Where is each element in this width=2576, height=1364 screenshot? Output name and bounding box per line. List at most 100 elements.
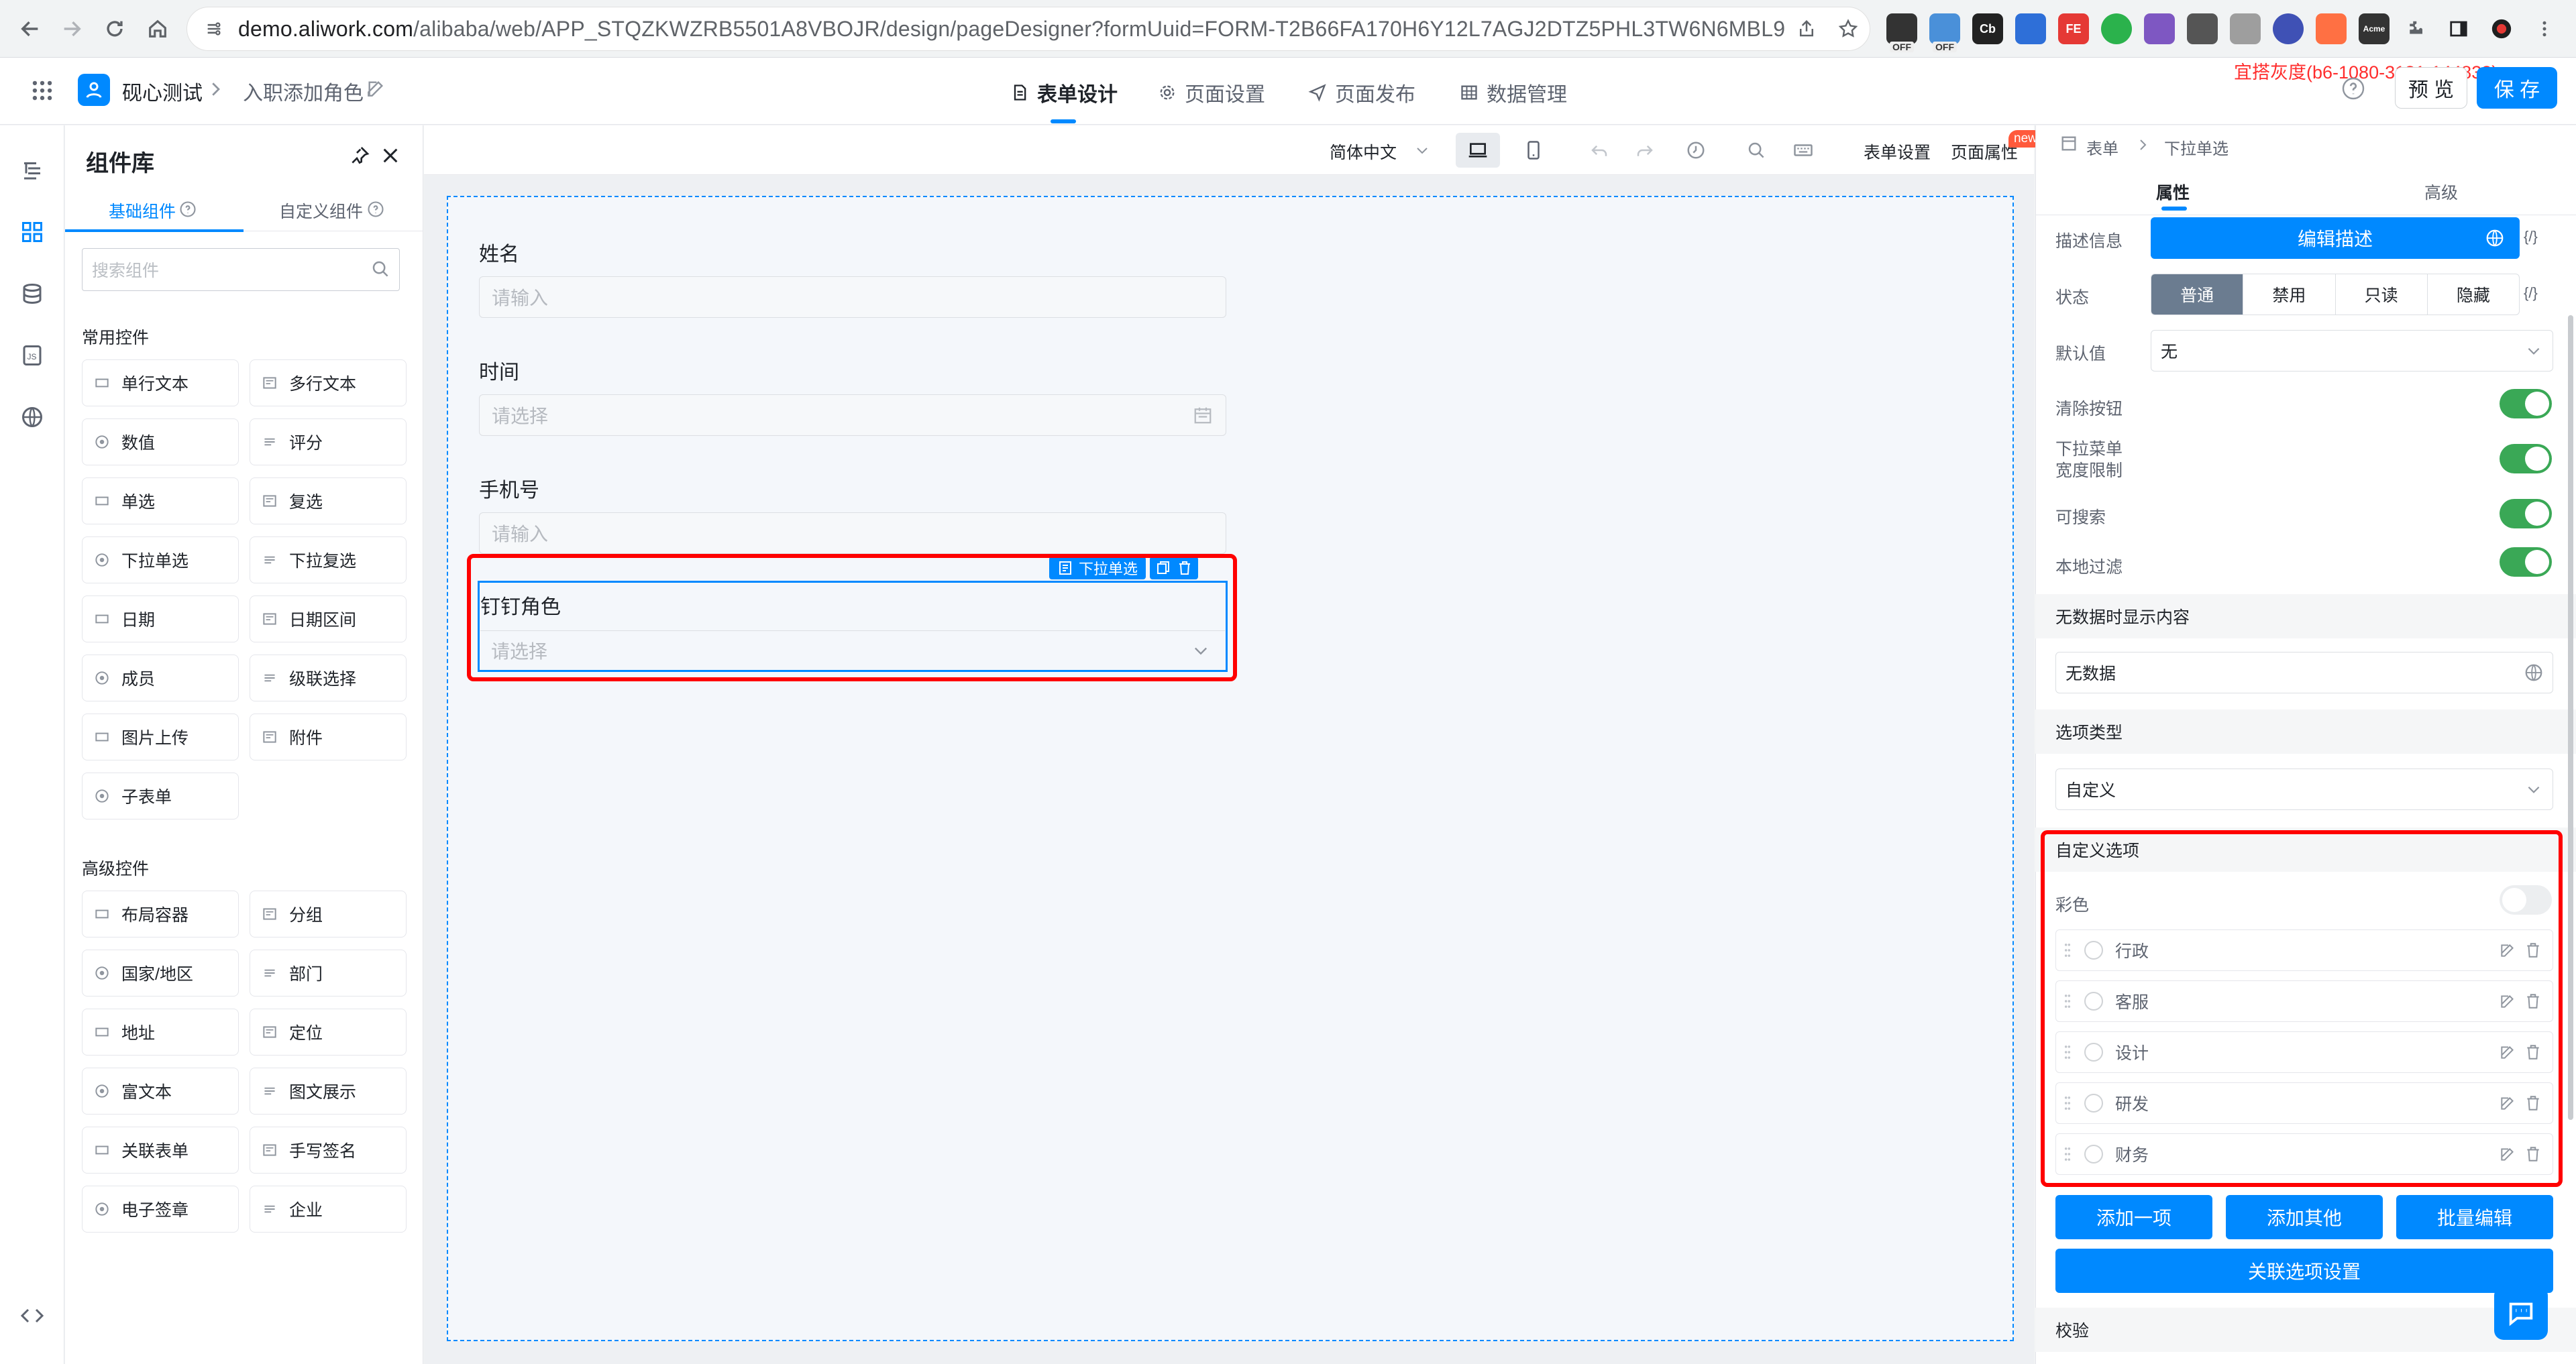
nav-page-publish[interactable]: 页面发布 (1308, 78, 1415, 107)
no-data-input[interactable]: 无数据 (2055, 652, 2553, 693)
nav-page-settings[interactable]: 页面设置 (1158, 78, 1265, 107)
common-control-item[interactable]: 日期 (82, 595, 239, 642)
preview-button[interactable]: 预 览 (2395, 67, 2467, 109)
tab-basic-components[interactable]: 基础组件 (109, 198, 176, 223)
extension-6-icon[interactable] (2101, 13, 2132, 44)
common-control-item[interactable]: 下拉单选 (82, 536, 239, 583)
common-control-item[interactable]: 子表单 (82, 773, 239, 819)
tab-custom-components[interactable]: 自定义组件 (279, 198, 363, 223)
desktop-view-toggle[interactable] (1456, 133, 1500, 168)
qr-code-extension-icon[interactable] (2187, 13, 2218, 44)
dropdown-width-toggle[interactable] (2500, 444, 2552, 473)
data-source-icon[interactable] (15, 276, 50, 311)
history-clock-icon[interactable] (1681, 135, 1711, 165)
mobile-icon[interactable] (1519, 135, 1548, 165)
extension-2-icon[interactable]: OFF (1929, 13, 1960, 52)
browser-menu-icon[interactable] (2528, 12, 2561, 46)
common-control-item[interactable]: 日期区间 (250, 595, 407, 642)
searchable-toggle[interactable] (2500, 499, 2552, 528)
page-properties-button[interactable]: 页面属性 (1951, 139, 2018, 164)
add-one-button[interactable]: 添加一项 (2055, 1195, 2212, 1239)
extension-7-icon[interactable] (2144, 13, 2175, 44)
tab-properties[interactable]: 属性 (2156, 180, 2190, 204)
advanced-control-item[interactable]: 国家/地区 (82, 950, 239, 997)
profile-avatar[interactable] (2485, 12, 2518, 46)
extension-4-icon[interactable] (2015, 13, 2046, 44)
advanced-control-item[interactable]: 电子签章 (82, 1186, 239, 1233)
common-control-item[interactable]: 多行文本 (250, 359, 407, 406)
common-control-item[interactable]: 单选 (82, 477, 239, 524)
globe-icon[interactable] (15, 400, 50, 435)
advanced-control-item[interactable]: 分组 (250, 891, 407, 937)
search-icon[interactable] (1741, 135, 1771, 165)
advanced-control-item[interactable]: 图文展示 (250, 1068, 407, 1115)
form-settings-button[interactable]: 表单设置 (1864, 139, 1931, 164)
common-control-item[interactable]: 图片上传 (82, 714, 239, 760)
local-filter-toggle[interactable] (2500, 547, 2552, 577)
edit-name-icon[interactable] (365, 78, 386, 99)
common-control-item[interactable]: 评分 (250, 418, 407, 465)
common-control-item[interactable]: 复选 (250, 477, 407, 524)
search-icon[interactable] (370, 259, 390, 279)
help-circle-icon[interactable] (178, 200, 197, 219)
common-control-item[interactable]: 数值 (82, 418, 239, 465)
help-circle-icon[interactable] (366, 200, 385, 219)
status-readonly[interactable]: 只读 (2336, 274, 2428, 315)
outline-tree-icon[interactable] (15, 153, 50, 188)
reload-icon[interactable] (98, 12, 131, 46)
home-icon[interactable] (141, 12, 174, 46)
share-icon[interactable] (1790, 12, 1823, 46)
form-canvas[interactable] (447, 196, 2014, 1341)
undo-icon[interactable] (1585, 135, 1614, 165)
phone-input[interactable]: 请输入 (479, 512, 1226, 554)
status-hidden[interactable]: 隐藏 (2428, 274, 2519, 315)
extension-fe-icon[interactable]: FE (2058, 13, 2089, 44)
components-grid-icon[interactable] (15, 215, 50, 249)
extension-10-icon[interactable] (2273, 13, 2304, 44)
chevron-down-icon[interactable] (2525, 781, 2542, 798)
common-control-item[interactable]: 附件 (250, 714, 407, 760)
app-logo[interactable] (78, 74, 110, 106)
status-normal[interactable]: 普通 (2151, 274, 2244, 315)
sidebar-toggle-icon[interactable] (2442, 12, 2475, 46)
default-value-select[interactable]: 无 (2151, 330, 2553, 372)
extension-1-icon[interactable]: OFF (1886, 13, 1917, 52)
chevron-down-icon[interactable] (2525, 342, 2542, 359)
properties-scrollbar[interactable] (2568, 315, 2573, 1120)
common-control-item[interactable]: 下拉复选 (250, 536, 407, 583)
site-info-icon[interactable] (201, 19, 227, 38)
breadcrumb-form[interactable]: 表单 (2086, 135, 2118, 159)
linked-options-button[interactable]: 关联选项设置 (2055, 1249, 2553, 1293)
extension-acme-icon[interactable]: Acme (2359, 13, 2390, 44)
address-bar[interactable]: demo.aliwork.com/alibaba/web/APP_STQZKWZ… (186, 7, 1870, 51)
option-type-select[interactable]: 自定义 (2055, 769, 2553, 810)
time-picker[interactable]: 请选择 (479, 394, 1226, 436)
variable-binding-icon[interactable]: {/} (2524, 284, 2538, 302)
back-icon[interactable] (13, 12, 47, 46)
component-search-input[interactable]: 搜索组件 (82, 248, 400, 291)
variable-binding-icon[interactable]: {/} (2524, 228, 2538, 245)
extension-9-icon[interactable] (2230, 13, 2261, 44)
advanced-control-item[interactable]: 关联表单 (82, 1127, 239, 1174)
chevron-down-icon[interactable] (1407, 135, 1437, 165)
calendar-icon[interactable] (1193, 405, 1213, 425)
close-icon[interactable] (380, 145, 401, 166)
clear-button-toggle[interactable] (2500, 389, 2552, 418)
language-select[interactable]: 简体中文 (1330, 139, 1397, 164)
advanced-control-item[interactable]: 手写签名 (250, 1127, 407, 1174)
globe-icon[interactable] (2524, 663, 2544, 683)
extension-cb-icon[interactable]: Cb (1972, 13, 2003, 44)
tab-advanced[interactable]: 高级 (2424, 180, 2458, 204)
common-control-item[interactable]: 级联选择 (250, 655, 407, 701)
code-view-icon[interactable] (15, 1298, 50, 1333)
advanced-control-item[interactable]: 地址 (82, 1009, 239, 1056)
add-other-button[interactable]: 添加其他 (2226, 1195, 2383, 1239)
app-name[interactable]: 砚心测试 (122, 76, 203, 106)
advanced-control-item[interactable]: 定位 (250, 1009, 407, 1056)
chat-support-icon[interactable] (2494, 1286, 2548, 1340)
nav-data-management[interactable]: 数据管理 (1460, 78, 1567, 107)
redo-icon[interactable] (1630, 135, 1660, 165)
edit-description-button[interactable]: 编辑描述 (2151, 217, 2520, 259)
batch-edit-button[interactable]: 批量编辑 (2396, 1195, 2553, 1239)
advanced-control-item[interactable]: 部门 (250, 950, 407, 997)
